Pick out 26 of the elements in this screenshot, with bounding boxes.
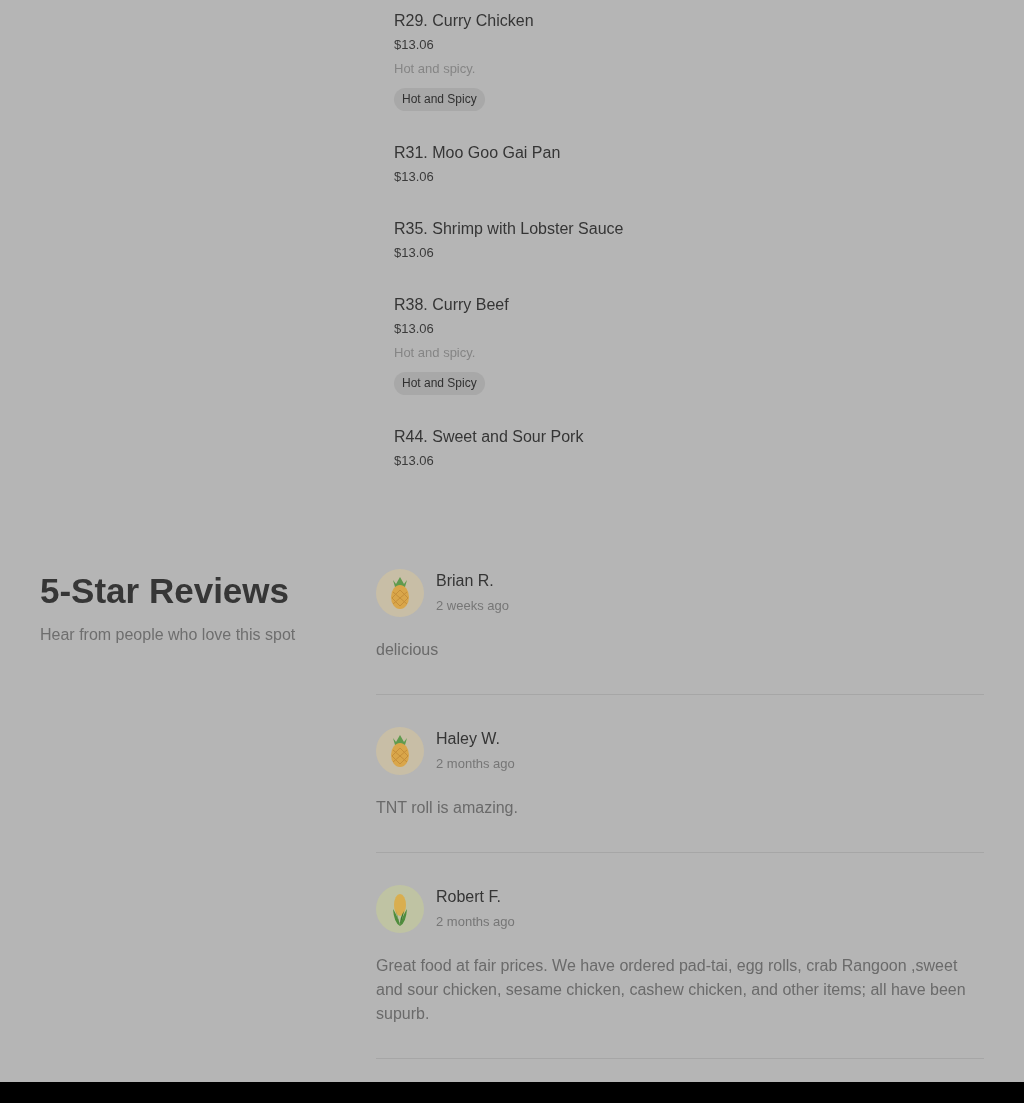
dish-name[interactable]: R44. Sweet and Sour Pork xyxy=(394,425,584,449)
dish-price: $13.06 xyxy=(394,320,434,338)
dish-name[interactable]: R31. Moo Goo Gai Pan xyxy=(394,141,561,165)
dish-tag: Hot and Spicy xyxy=(394,88,485,111)
corn-icon xyxy=(376,885,424,933)
review-text: TNT roll is amazing. xyxy=(376,798,519,818)
review-text: Great food at fair prices. We have ordered pad-tai, egg rolls, crab Rangoon ,sweet and sour chicken, sesame chicken, cashew chicken, and other items; all have been supurb. xyxy=(376,956,967,1024)
reviewer-name: Brian R. xyxy=(436,571,494,591)
pineapple-icon xyxy=(376,569,424,617)
dish-name[interactable]: R35. Shrimp with Lobster Sauce xyxy=(394,217,624,241)
dish-price: $13.06 xyxy=(394,244,434,262)
review-text: delicious xyxy=(376,640,440,660)
dish-price: $13.06 xyxy=(394,36,434,54)
pineapple-icon xyxy=(376,727,424,775)
review-time: 2 months ago xyxy=(436,913,515,931)
dish-name[interactable]: R29. Curry Chicken xyxy=(394,9,534,33)
dish-name[interactable]: R38. Curry Beef xyxy=(394,293,509,317)
dish-price: $13.06 xyxy=(394,168,434,186)
section-title: 5-Star Reviews xyxy=(40,571,290,611)
section-subtitle: Hear from people who love this spot xyxy=(40,625,296,645)
review-time: 2 weeks ago xyxy=(436,597,509,615)
dish-price: $13.06 xyxy=(394,452,434,470)
reviewer-name: Haley W. xyxy=(436,729,500,749)
dish-tag: Hot and Spicy xyxy=(394,372,485,395)
review-time: 2 months ago xyxy=(436,755,515,773)
reviewer-name: Robert F. xyxy=(436,887,501,907)
